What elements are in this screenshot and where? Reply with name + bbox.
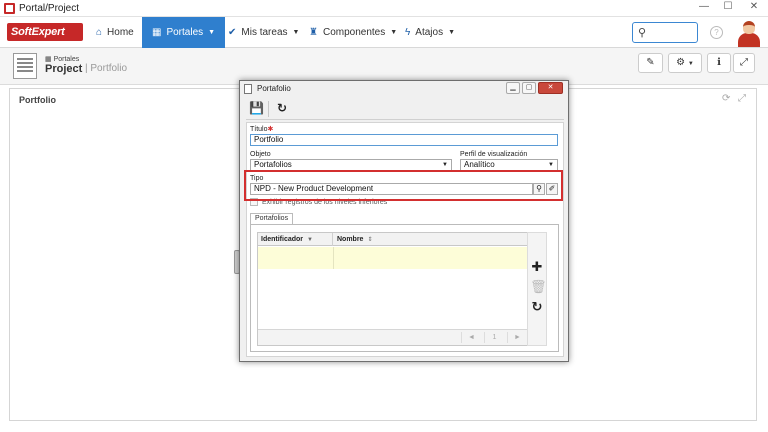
- breadcrumb-section: ▦ Portales: [45, 56, 80, 63]
- nav-mis-tareas-label: Mis tareas: [241, 27, 288, 38]
- gear-icon: ⚙: [676, 57, 686, 68]
- chevron-down-icon: ▼: [548, 162, 554, 168]
- save-icon[interactable]: 💾: [249, 101, 264, 115]
- chevron-down-icon: ▼: [390, 29, 398, 36]
- search-input[interactable]: ⚲: [632, 22, 698, 43]
- grid-header: Identificador ▼ Nombre ⇕: [258, 233, 531, 246]
- trophy-icon: ♜: [309, 27, 318, 38]
- pager-page: 1: [484, 332, 504, 343]
- chevron-down-icon: ▼: [448, 29, 456, 36]
- top-navigation: SoftExpert ⌂ Home ▦ Portales ▼ ✔ Mis tar…: [0, 17, 768, 48]
- chevron-down-icon: ▼: [208, 29, 216, 36]
- panel-title: Portfolio: [19, 95, 56, 105]
- nav-home-label: Home: [107, 27, 134, 38]
- chevron-down-icon: ▼: [442, 162, 448, 168]
- breadcrumb-current: | Portfolio: [85, 63, 128, 74]
- chevron-down-icon: ▼: [687, 61, 694, 67]
- info-icon: ℹ: [717, 57, 721, 68]
- softexpert-logo: SoftExpert: [7, 23, 83, 41]
- expand-icon: ⤢: [740, 57, 748, 68]
- maximize-button[interactable]: ☐: [716, 0, 740, 15]
- titulo-field[interactable]: Portfolio: [250, 134, 558, 146]
- required-icon: ✱: [267, 126, 274, 133]
- dialog-title: Portafolio: [257, 84, 291, 93]
- add-icon[interactable]: ✚: [530, 259, 544, 275]
- nav-componentes[interactable]: ♜ Componentes ▼: [309, 17, 397, 48]
- chevron-down-icon: ▼: [292, 29, 300, 36]
- titulo-label: Título✱: [250, 126, 274, 133]
- page-title: Project: [45, 63, 83, 75]
- nav-mis-tareas[interactable]: ✔ Mis tareas ▼: [228, 17, 299, 48]
- sort-desc-icon: ▼: [307, 237, 313, 243]
- portafolio-dialog: Portafolio ▁ ▢ ✕ 💾 ↻ Título✱ Portfolio O…: [239, 80, 569, 362]
- nav-portales[interactable]: ▦ Portales ▼: [142, 17, 226, 48]
- perfil-label: Perfil de visualización: [460, 151, 528, 158]
- dialog-form: Título✱ Portfolio Objeto Portafolios ▼ P…: [246, 122, 564, 357]
- document-icon: [13, 53, 37, 79]
- expand-button[interactable]: ⤢: [733, 53, 755, 73]
- portafolios-tab-panel: Identificador ▼ Nombre ⇕ ◄ 1 ► ✚ 🗑 ↻: [250, 224, 559, 352]
- column-nombre[interactable]: Nombre ⇕: [334, 233, 532, 246]
- table-row[interactable]: [258, 247, 531, 269]
- bolt-icon: ϟ: [405, 27, 411, 38]
- nav-atajos-label: Atajos: [415, 27, 444, 38]
- nav-componentes-label: Componentes: [322, 27, 386, 38]
- minimize-button[interactable]: —: [692, 0, 716, 15]
- dialog-close-button[interactable]: ✕: [538, 82, 563, 94]
- dashboard-icon: ▦: [152, 27, 162, 38]
- refresh-icon[interactable]: ⟳: [722, 93, 730, 104]
- perfil-value: Analítico: [464, 160, 495, 169]
- dialog-minimize-button[interactable]: ▁: [506, 82, 520, 94]
- tab-portafolios[interactable]: Portafolios: [250, 213, 294, 224]
- sort-icon: ⇕: [367, 237, 373, 243]
- close-window-button[interactable]: ✕: [742, 0, 766, 15]
- tipo-highlight: [244, 170, 563, 201]
- dialog-titlebar: Portafolio ▁ ▢ ✕: [240, 81, 568, 97]
- trash-icon[interactable]: 🗑: [530, 279, 547, 295]
- expand-icon[interactable]: ⤢: [738, 93, 746, 104]
- app-icon: [4, 3, 15, 14]
- info-button[interactable]: ℹ: [707, 53, 731, 73]
- refresh-icon[interactable]: ↻: [530, 299, 544, 315]
- check-icon: ✔: [228, 27, 237, 38]
- refresh-icon[interactable]: ↻: [277, 101, 287, 115]
- nav-portales-label: Portales: [166, 27, 204, 38]
- edit-button[interactable]: ✎: [638, 53, 663, 73]
- settings-button[interactable]: ⚙ ▼: [668, 53, 702, 73]
- avatar[interactable]: [737, 18, 761, 47]
- pencil-icon: ✎: [646, 57, 655, 68]
- dialog-toolbar: 💾 ↻: [246, 98, 564, 120]
- home-icon: ⌂: [96, 27, 103, 38]
- objeto-label: Objeto: [250, 151, 271, 158]
- nav-atajos[interactable]: ϟ Atajos ▼: [405, 17, 455, 48]
- pager-prev-button[interactable]: ◄: [461, 332, 481, 343]
- nav-home[interactable]: ⌂ Home: [96, 17, 134, 48]
- pager-next-button[interactable]: ►: [507, 332, 527, 343]
- window-titlebar: Portal/Project — ☐ ✕: [0, 0, 768, 17]
- objeto-value: Portafolios: [254, 160, 292, 169]
- column-identificador[interactable]: Identificador ▼: [258, 233, 333, 246]
- grid-pager: ◄ 1 ►: [258, 329, 531, 345]
- document-icon: [244, 84, 252, 94]
- dialog-maximize-button[interactable]: ▢: [522, 82, 536, 94]
- window-title: Portal/Project: [19, 3, 80, 14]
- help-icon[interactable]: ?: [710, 26, 723, 39]
- search-icon: ⚲: [638, 27, 647, 39]
- portafolios-grid: Identificador ▼ Nombre ⇕ ◄ 1 ►: [257, 232, 532, 346]
